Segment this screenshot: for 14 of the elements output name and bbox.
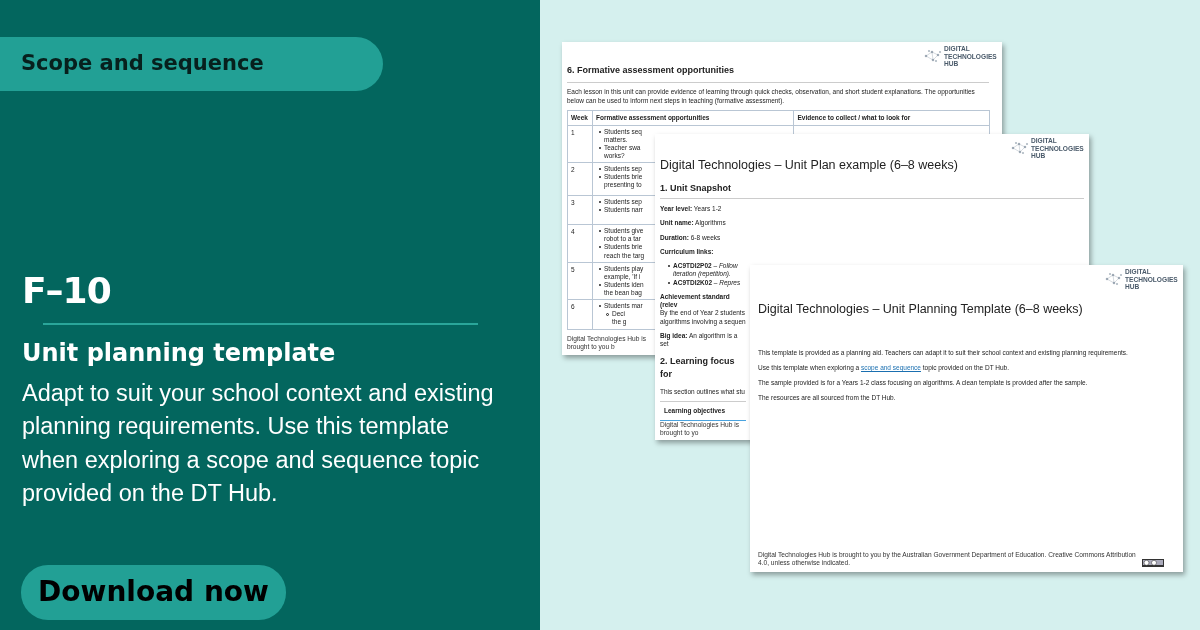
section-heading: 2. Learning focus for [660, 354, 736, 382]
network-icon [924, 49, 942, 64]
network-icon [1105, 272, 1123, 287]
category-tag: Scope and sequence [0, 37, 383, 91]
section-heading: 1. Unit Snapshot [660, 181, 731, 195]
description: Adapt to suit your school context and existing planning requirements. Use this template when exploring a scope and sequence topic provided on the DT Hub. [22, 378, 495, 509]
download-button[interactable]: Download now [21, 564, 286, 620]
network-icon [1011, 141, 1029, 156]
grade-heading: F–10 [22, 271, 111, 311]
document-title: Digital Technologies – Unit Plan example (6–8 weeks) [660, 157, 958, 174]
license-icon [1142, 559, 1164, 567]
document-title: Digital Technologies – Unit Planning Template (6–8 weeks) [758, 301, 1083, 318]
resource-title: Unit planning template [22, 337, 336, 369]
section-heading: 6. Formative assessment opportunities [567, 64, 735, 77]
